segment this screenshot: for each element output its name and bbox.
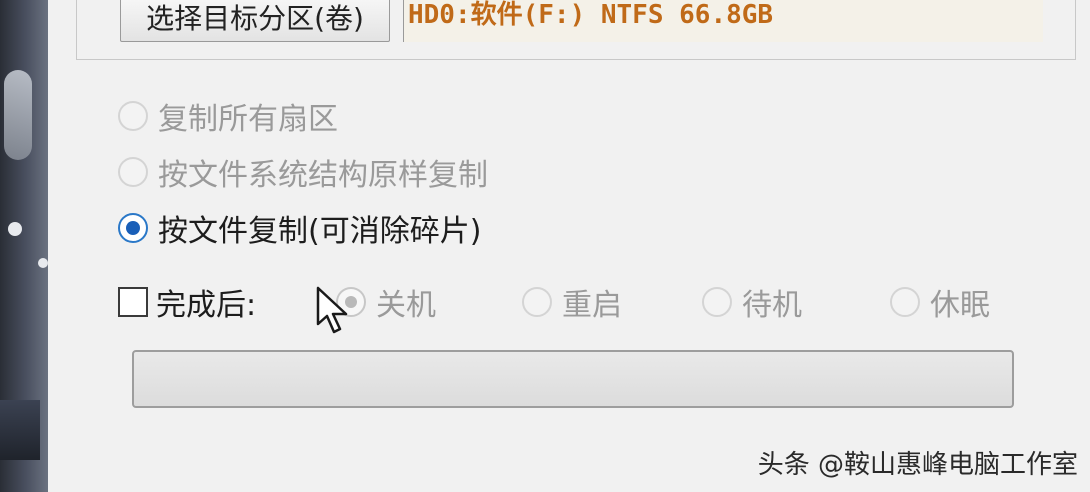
app-window: 选择目标分区(卷) HD0:软件(F:) NTFS 66.8GB 复制所有扇区 … <box>0 0 1090 492</box>
radio-label: 休眠 <box>930 288 990 323</box>
radio-button[interactable] <box>702 287 732 317</box>
radio-button[interactable] <box>890 287 920 317</box>
radio-label: 按文件系统结构原样复制 <box>158 158 488 193</box>
radio-label: 重启 <box>562 288 622 323</box>
disk-decoration <box>8 222 22 236</box>
radio-label: 按文件复制(可消除碎片) <box>158 214 482 249</box>
disk-decoration <box>0 400 40 460</box>
checkbox-label: 完成后: <box>156 288 257 323</box>
radio-shutdown[interactable]: 关机 <box>336 280 436 324</box>
disk-decoration <box>4 70 32 160</box>
radio-label: 待机 <box>742 288 802 323</box>
radio-button[interactable] <box>118 157 148 187</box>
radio-restart[interactable]: 重启 <box>522 280 622 324</box>
radio-hibernate[interactable]: 休眠 <box>890 280 990 324</box>
radio-standby[interactable]: 待机 <box>702 280 802 324</box>
radio-copy-all-sectors[interactable]: 复制所有扇区 <box>118 94 338 138</box>
target-partition-display: HD0:软件(F:) NTFS 66.8GB <box>403 0 1043 42</box>
radio-button[interactable] <box>118 101 148 131</box>
radio-button[interactable] <box>522 287 552 317</box>
disk-decoration <box>38 258 48 268</box>
radio-copy-fs-structure[interactable]: 按文件系统结构原样复制 <box>118 150 488 194</box>
mouse-pointer-icon <box>316 286 348 334</box>
watermark: 头条 @鞍山惠峰电脑工作室 <box>757 450 1078 480</box>
radio-button[interactable] <box>118 213 148 243</box>
checkbox[interactable] <box>118 287 148 317</box>
radio-copy-by-file[interactable]: 按文件复制(可消除碎片) <box>118 206 481 250</box>
background-disk-image <box>0 0 48 492</box>
select-target-partition-button[interactable]: 选择目标分区(卷) <box>120 0 390 42</box>
radio-label: 关机 <box>376 288 436 323</box>
radio-label: 复制所有扇区 <box>158 102 338 137</box>
copy-options-panel: 选择目标分区(卷) HD0:软件(F:) NTFS 66.8GB 复制所有扇区 … <box>48 0 1090 492</box>
progress-bar <box>132 350 1014 408</box>
after-complete-checkbox[interactable]: 完成后: <box>118 280 256 324</box>
